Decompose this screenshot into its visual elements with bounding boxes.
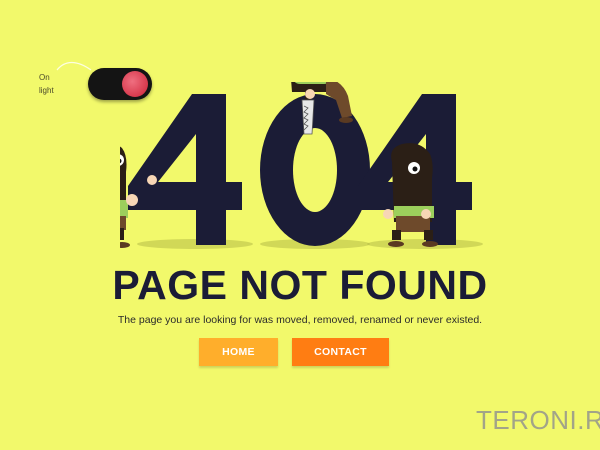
- light-toggle-label: On light: [39, 71, 79, 97]
- shadow-left: [137, 239, 253, 249]
- digit-four-left: [128, 94, 242, 245]
- light-label-line2: light: [39, 86, 54, 95]
- error-message: The page you are looking for was moved, …: [117, 314, 483, 326]
- light-label-line1: On: [39, 73, 50, 82]
- digit-zero: [260, 94, 370, 246]
- home-button[interactable]: HOME: [199, 338, 278, 366]
- error-code-illustration: [120, 82, 483, 249]
- error-page: On light PAGE NOT FOUND The page you are…: [0, 0, 600, 450]
- watermark: TERONI.RU: [476, 405, 600, 435]
- page-title: PAGE NOT FOUND: [112, 262, 488, 308]
- contact-button[interactable]: CONTACT: [292, 338, 389, 366]
